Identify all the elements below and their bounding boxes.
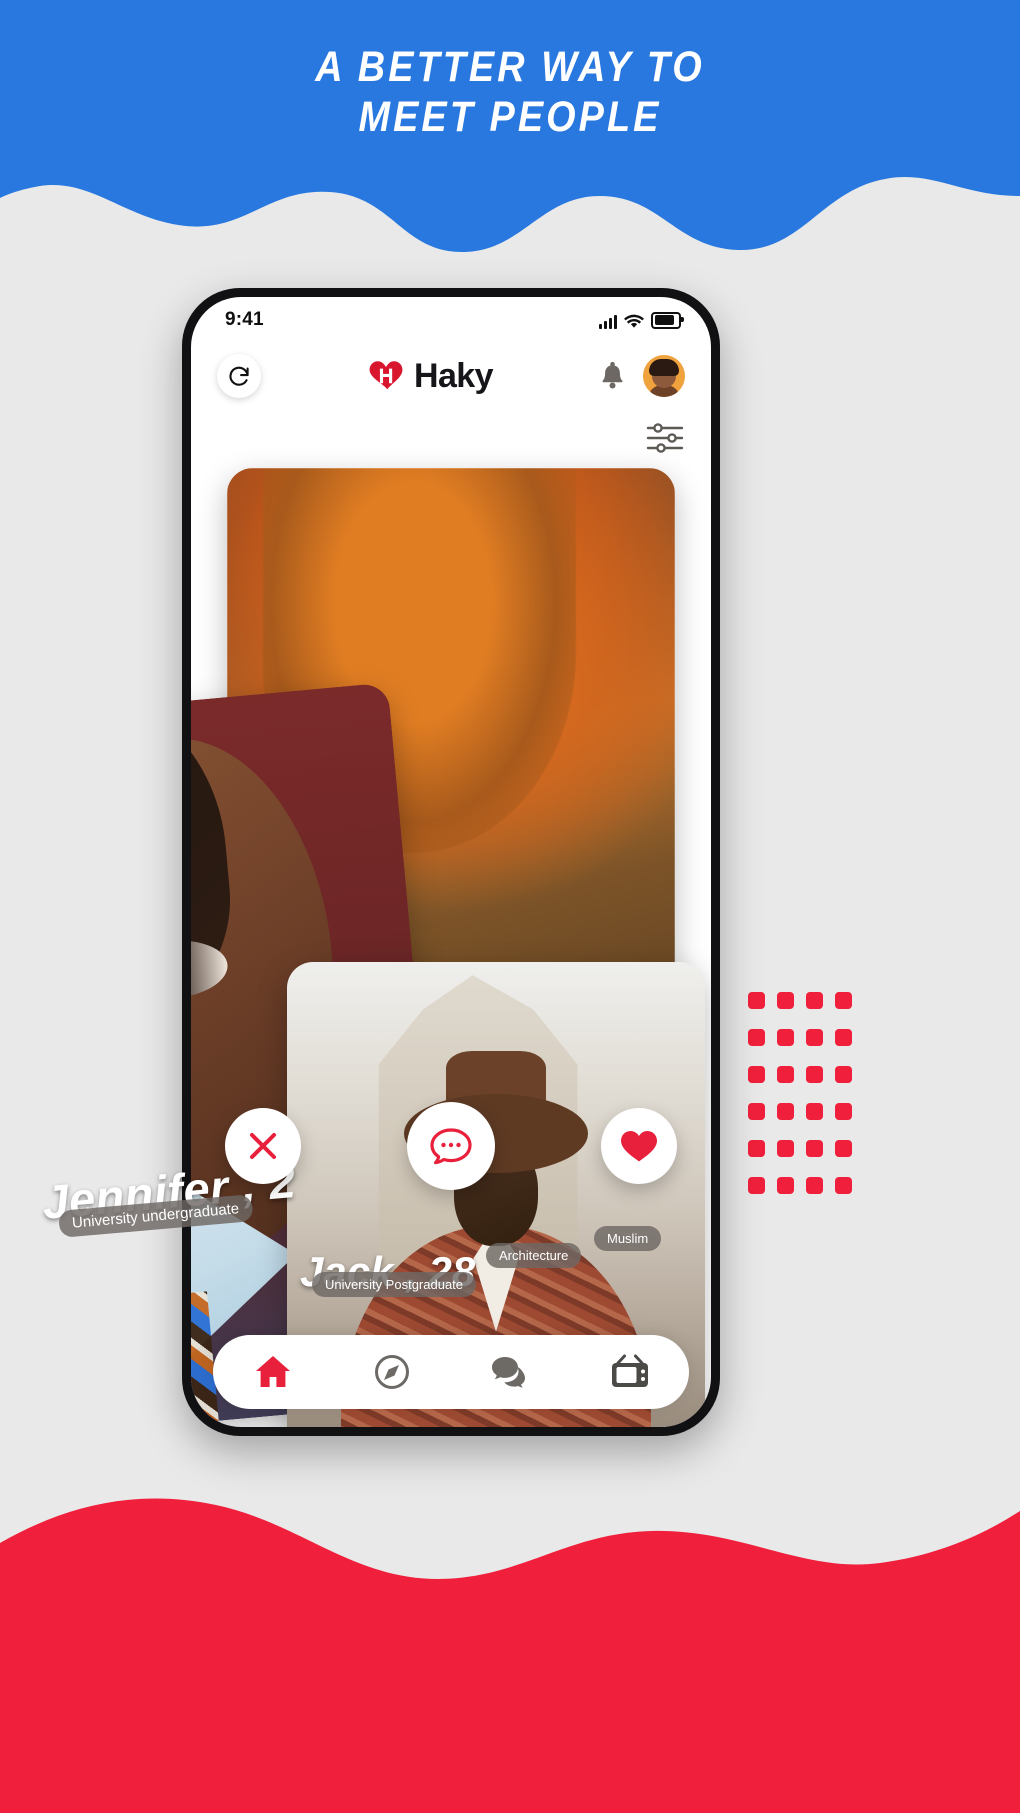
brand-name: Haky [414,356,493,395]
app-header: Haky [191,341,711,411]
nav-live[interactable] [598,1345,662,1399]
swipe-actions [191,1102,711,1190]
dislike-button[interactable] [225,1108,301,1184]
heart-icon [621,1131,657,1162]
status-bar: 9:41 [191,297,711,337]
header-actions [599,355,685,397]
nav-chats[interactable] [479,1345,543,1399]
brand-lockup: Haky [367,356,494,396]
bottom-nav [213,1335,689,1409]
promo-canvas: A BETTER WAY TO MEET PEOPLE 9:41 Haky Je… [0,0,1020,1813]
bottom-red-wave-band [0,1393,1020,1813]
promo-headline: A BETTER WAY TO MEET PEOPLE [315,43,705,141]
nav-discover[interactable] [360,1345,424,1399]
battery-icon [651,311,684,329]
close-x-icon [250,1133,276,1159]
home-icon [255,1356,290,1387]
card-tag-jack-religion: Muslim [594,1226,662,1251]
message-button[interactable] [407,1102,495,1190]
user-avatar[interactable] [642,355,685,397]
bell-icon[interactable] [599,361,626,391]
filter-row [645,421,685,460]
sliders-filter-icon[interactable] [645,421,685,455]
red-dot-grid-decoration [748,992,864,1214]
haky-heart-logo-icon [369,361,403,390]
refresh-icon [229,366,249,386]
status-time: 9:41 [225,309,264,330]
chats-icon [491,1357,525,1388]
chat-bubble-icon [430,1128,472,1165]
wifi-icon [624,314,644,328]
refresh-button[interactable] [217,354,261,398]
status-icons [599,311,684,329]
nav-home[interactable] [241,1345,305,1399]
card-tag-jack-education: University Postgraduate [312,1272,477,1297]
compass-icon [374,1355,409,1389]
like-button[interactable] [601,1108,677,1184]
tv-icon [611,1354,648,1387]
cellular-signal-icon [599,314,617,329]
card-tag-jack-field: Architecture [486,1243,582,1268]
